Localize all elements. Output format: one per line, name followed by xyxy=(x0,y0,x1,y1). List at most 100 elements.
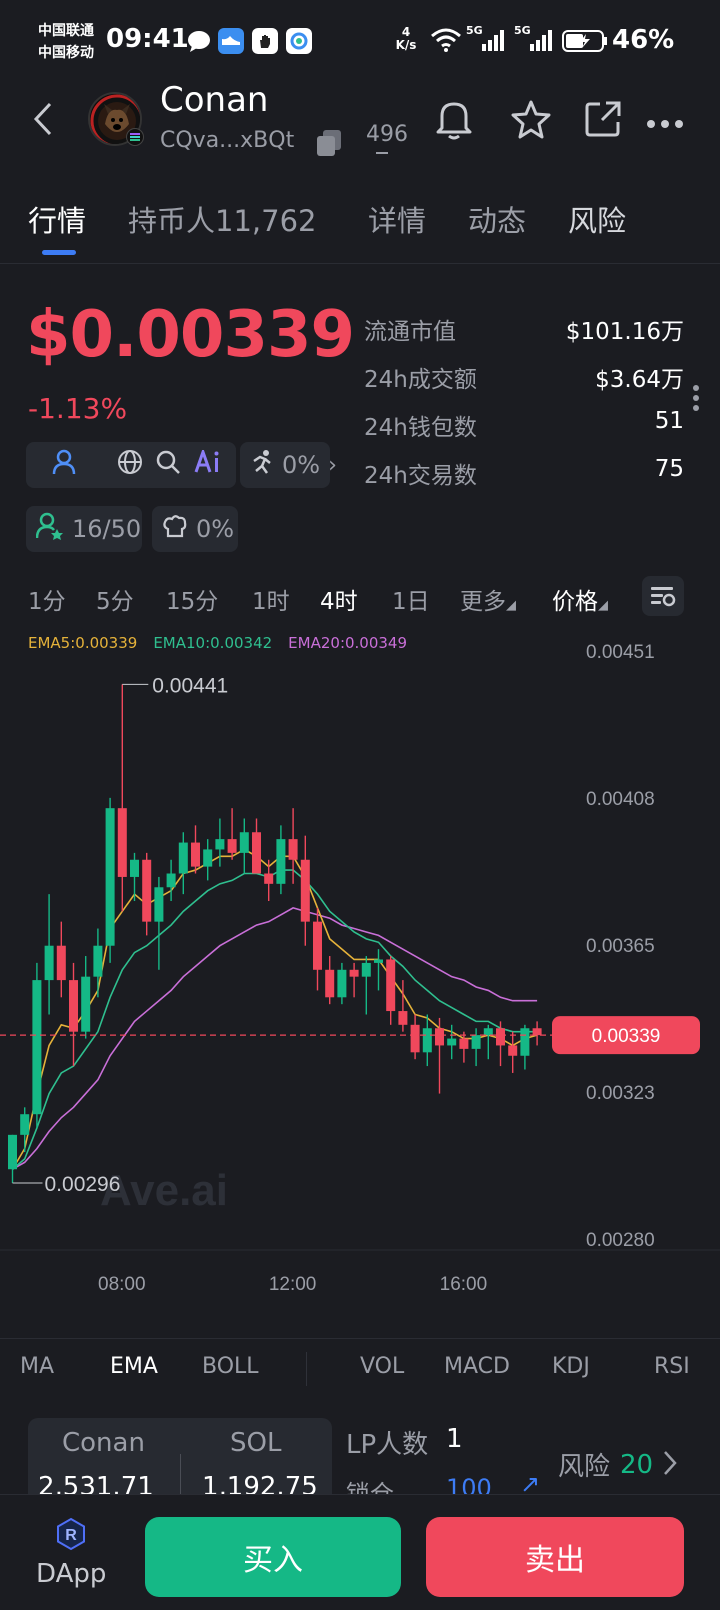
candle-body xyxy=(325,969,335,998)
indicator-ema[interactable]: EMA xyxy=(110,1354,158,1379)
holders-ratio-chip[interactable]: 16/50 xyxy=(26,506,142,552)
candle-body xyxy=(20,1114,30,1135)
candle-body xyxy=(191,842,200,867)
share-icon[interactable] xyxy=(584,100,622,142)
ema20-line xyxy=(12,907,538,1170)
timeframe-1d[interactable]: 1日 xyxy=(392,582,430,616)
watchers-count: 496 xyxy=(366,122,408,147)
dapp-icon[interactable]: R xyxy=(54,1517,88,1555)
stat-row: 24h交易数 75 xyxy=(364,456,684,504)
high-marker-label: 0.00441 xyxy=(152,674,228,697)
count-underline xyxy=(376,152,388,154)
signal-icon-1 xyxy=(480,28,506,56)
candle-body xyxy=(130,859,139,877)
sell-button[interactable]: 卖出 xyxy=(426,1517,684,1597)
chevron-right-icon xyxy=(663,1450,677,1480)
candle-body xyxy=(435,1028,444,1046)
candle-body xyxy=(288,839,298,860)
chevron-right-icon: › xyxy=(328,452,337,478)
tab-details[interactable]: 详情 xyxy=(368,198,426,240)
hand-app-icon xyxy=(252,28,278,54)
timeframe-5m[interactable]: 5分 xyxy=(96,582,134,616)
candle-body xyxy=(215,839,225,850)
runner-chip[interactable]: 0% › xyxy=(240,442,337,488)
timeframe-more[interactable]: 更多◢ xyxy=(460,582,516,616)
indicator-boll[interactable]: BOLL xyxy=(202,1354,259,1379)
search-icon[interactable] xyxy=(155,449,181,481)
stat-value: $3.64万 xyxy=(595,367,684,393)
timeframe-1h[interactable]: 1时 xyxy=(252,582,290,616)
stat-label: 流通市值 xyxy=(364,319,456,345)
low-marker-label: 0.00296 xyxy=(45,1173,121,1196)
candle-body xyxy=(32,980,42,1115)
indicator-ma[interactable]: MA xyxy=(20,1354,54,1379)
tab-holders-label: 持币人 xyxy=(128,204,216,238)
dapp-label[interactable]: DApp xyxy=(36,1559,106,1589)
dropdown-triangle-icon: ◢ xyxy=(506,598,516,613)
lp-label: LP人数 xyxy=(346,1430,429,1460)
back-button[interactable] xyxy=(32,100,54,147)
indicator-divider xyxy=(0,1338,720,1339)
y-tick-label: 0.00451 xyxy=(586,642,655,663)
candle-body xyxy=(447,1038,457,1046)
ai-icon[interactable] xyxy=(194,447,224,480)
header: Conan CQva...xBQt 496 xyxy=(0,80,720,180)
candle-body xyxy=(105,808,115,946)
tab-holders[interactable]: 持币人11,762 xyxy=(128,198,317,240)
chef-chip[interactable]: 0% xyxy=(152,506,238,552)
timeframe-1m[interactable]: 1分 xyxy=(28,582,66,616)
candle-body xyxy=(8,1134,17,1170)
tab-market[interactable]: 行情 xyxy=(28,198,86,240)
timeframe-15m[interactable]: 15分 xyxy=(166,582,218,616)
buy-button[interactable]: 买入 xyxy=(145,1517,401,1597)
indicator-rsi[interactable]: RSI xyxy=(654,1354,690,1379)
candle-body xyxy=(386,959,396,1012)
copy-icon[interactable] xyxy=(315,128,343,160)
net-speed-unit: K/s xyxy=(395,38,417,52)
candle-body xyxy=(81,976,91,1032)
token-address: CQva...xBQt xyxy=(160,128,295,153)
search-ai-group xyxy=(142,442,236,488)
candle-body xyxy=(166,873,176,888)
candle-body xyxy=(239,832,249,853)
user-icon[interactable] xyxy=(52,449,76,481)
candle-body xyxy=(398,1011,408,1025)
candle-body xyxy=(508,1045,518,1056)
stat-label: 24h钱包数 xyxy=(364,415,477,441)
price-type-select[interactable]: 价格◢ xyxy=(552,582,608,616)
bell-icon[interactable] xyxy=(434,98,474,144)
solana-chain-icon xyxy=(126,128,144,146)
candlestick-chart[interactable]: 0.00451 0.00408 0.00365 0.00323 0.00280 08:00… xyxy=(0,640,720,1320)
carrier-2: 中国移动 xyxy=(38,45,94,61)
candle-body xyxy=(496,1028,505,1046)
risk-link[interactable]: 风险 20 xyxy=(558,1446,677,1483)
timeframe-4h[interactable]: 4时 xyxy=(320,582,358,616)
lp-count: 1 xyxy=(446,1424,463,1454)
ema10-line xyxy=(11,869,538,1170)
tab-divider xyxy=(0,263,720,264)
tab-risk[interactable]: 风险 xyxy=(568,198,626,240)
indicator-vol[interactable]: VOL xyxy=(360,1354,404,1379)
globe-icon[interactable] xyxy=(117,449,143,481)
y-tick-label: 0.00323 xyxy=(586,1083,655,1104)
y-tick-label: 0.00365 xyxy=(586,936,655,957)
chart-settings-icon[interactable] xyxy=(642,576,684,616)
more-icon[interactable] xyxy=(646,114,684,133)
risk-score: 20 xyxy=(620,1449,654,1480)
indicator-bar: MA EMA BOLL VOL MACD KDJ RSI xyxy=(0,1352,720,1392)
browser-app-icon xyxy=(286,28,312,54)
carrier-1: 中国联通 xyxy=(38,23,94,39)
candle-body xyxy=(300,859,310,922)
indicator-kdj[interactable]: KDJ xyxy=(552,1354,590,1379)
ema5-line xyxy=(11,848,538,1170)
chef-percent: 0% xyxy=(196,515,235,543)
risk-label: 风险 xyxy=(558,1452,611,1482)
battery-icon xyxy=(562,30,608,56)
holders-ratio: 16/50 xyxy=(72,515,142,543)
indicator-macd[interactable]: MACD xyxy=(444,1354,510,1379)
star-icon[interactable] xyxy=(510,98,552,144)
tab-activity[interactable]: 动态 xyxy=(468,198,526,240)
candle-body xyxy=(117,808,127,877)
vertical-more-icon[interactable] xyxy=(692,384,700,416)
stat-row: 流通市值 $101.16万 xyxy=(364,312,684,360)
